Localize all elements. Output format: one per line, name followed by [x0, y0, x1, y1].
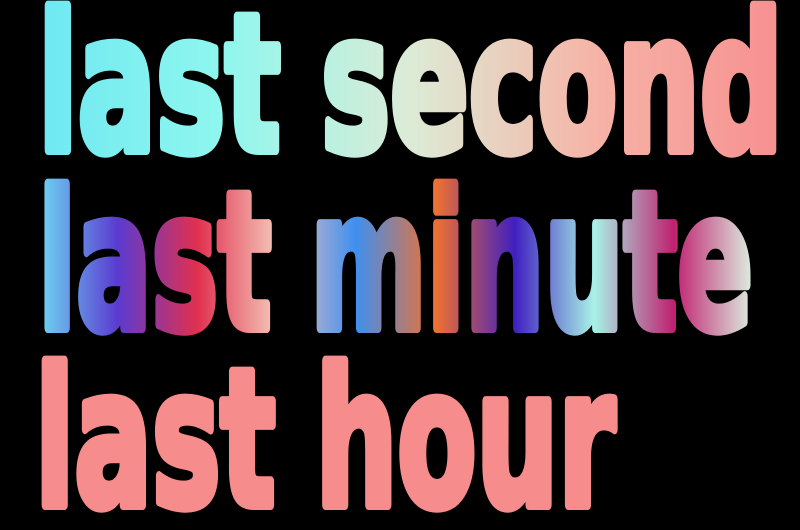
- typography-canvas: last second last minute last hour: [30, 0, 788, 530]
- line-last-hour: last hour: [35, 329, 615, 530]
